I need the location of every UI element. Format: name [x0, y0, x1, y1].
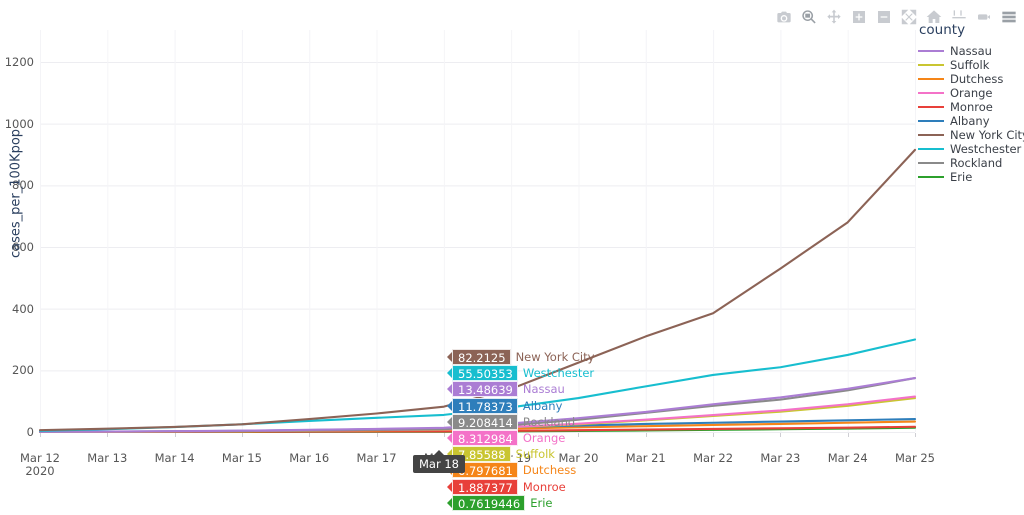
hover-tooltip-series-name: Albany — [518, 398, 563, 414]
x-axis-tick-mark — [444, 433, 445, 437]
hover-tooltip: 7.85588Suffolk — [452, 446, 555, 462]
legend-swatch-icon — [918, 106, 944, 108]
hover-tooltip-series-name: New York City — [511, 349, 595, 365]
legend-item-label: Albany — [950, 114, 990, 128]
legend-title: county — [918, 22, 1024, 38]
x-axis-tick-label: Mar 22 — [693, 452, 733, 465]
hover-tooltip-series-name: Dutchess — [518, 462, 576, 478]
x-axis-tick-label: Mar 15 — [222, 452, 262, 465]
hover-tooltip-series-name: Monroe — [518, 479, 566, 495]
hover-tooltip-arrow-icon — [447, 498, 452, 508]
hover-tooltip-arrow-icon — [447, 368, 452, 378]
hover-tooltip-series-name: Suffolk — [511, 446, 555, 462]
legend-item-monroe[interactable]: Monroe — [918, 100, 1024, 114]
legend-swatch-icon — [918, 120, 944, 122]
hover-tooltip-series-name: Orange — [518, 430, 566, 446]
x-axis-tick-mark — [713, 433, 714, 437]
y-axis-tick-label: 0 — [0, 425, 34, 439]
x-axis-tick-label: Mar 13 — [87, 452, 127, 465]
x-axis-tick-mark — [377, 433, 378, 437]
hover-tooltip-arrow-icon — [447, 433, 452, 443]
x-axis-tick-label: Mar 21 — [626, 452, 666, 465]
plot-area[interactable]: 020040060080010001200 Mar 12 2020Mar 13M… — [0, 0, 1024, 515]
hover-tooltip-series-name: Rockland — [518, 414, 575, 430]
x-axis-tick-mark — [646, 433, 647, 437]
x-axis-tick-label: Mar 12 2020 — [20, 452, 60, 478]
hover-tooltip-arrow-icon — [447, 482, 452, 492]
x-axis-tick-mark — [578, 433, 579, 437]
hover-tooltip-arrow-icon — [447, 401, 452, 411]
legend-swatch-icon — [918, 92, 944, 94]
x-axis-tick-mark — [780, 433, 781, 437]
legend-item-orange[interactable]: Orange — [918, 86, 1024, 100]
hover-tooltip-arrow-icon — [447, 352, 452, 362]
legend-item-label: Suffolk — [950, 58, 989, 72]
legend-item-label: Dutchess — [950, 72, 1003, 86]
legend-swatch-icon — [918, 148, 944, 150]
legend-item-albany[interactable]: Albany — [918, 114, 1024, 128]
hover-tooltip: 6.797681Dutchess — [452, 462, 576, 478]
hover-tooltip-arrow-icon — [447, 384, 452, 394]
hover-tooltip: 8.312984Orange — [452, 430, 565, 446]
hover-tooltip-value: 0.7619446 — [452, 495, 525, 511]
x-axis-tick-label: Mar 25 — [895, 452, 935, 465]
legend-item-label: Orange — [950, 86, 993, 100]
legend-item-label: Nassau — [950, 44, 992, 58]
legend-item-suffolk[interactable]: Suffolk — [918, 58, 1024, 72]
x-axis-tick-mark — [40, 433, 41, 437]
hover-tooltip: 55.50353Westchester — [452, 365, 594, 381]
legend-item-label: Westchester — [950, 142, 1021, 156]
hover-tooltip-series-name: Nassau — [518, 381, 565, 397]
x-axis-tick-mark — [175, 433, 176, 437]
legend-swatch-icon — [918, 176, 944, 178]
x-axis-tick-mark — [309, 433, 310, 437]
hover-tooltip-arrow-icon — [447, 417, 452, 427]
hover-tooltip-value: 1.887377 — [452, 479, 518, 495]
x-axis-tick-label: Mar 17 — [357, 452, 397, 465]
legend-item-erie[interactable]: Erie — [918, 170, 1024, 184]
x-axis-tick-label: Mar 16 — [289, 452, 329, 465]
legend-item-label: Erie — [950, 170, 972, 184]
x-axis-tick-mark — [915, 433, 916, 437]
x-axis-tick-label: Mar 24 — [828, 452, 868, 465]
legend-swatch-icon — [918, 134, 944, 136]
hover-tooltip: 9.208414Rockland — [452, 414, 575, 430]
hover-tooltip: 11.78373Albany — [452, 398, 562, 414]
y-axis-tick-label: 400 — [0, 302, 34, 316]
y-axis-tick-label: 1200 — [0, 55, 34, 69]
hover-tooltip: 82.2125New York City — [452, 349, 594, 365]
y-axis-tick-label: 200 — [0, 363, 34, 377]
x-axis-tick-mark — [107, 433, 108, 437]
legend[interactable]: county NassauSuffolkDutchessOrangeMonroe… — [918, 22, 1024, 184]
hover-tooltip: 13.48639Nassau — [452, 381, 565, 397]
legend-item-westchester[interactable]: Westchester — [918, 142, 1024, 156]
legend-swatch-icon — [918, 162, 944, 164]
hover-tooltip-value: 82.2125 — [452, 349, 511, 365]
legend-item-label: Rockland — [950, 156, 1002, 170]
x-axis-tick-mark — [848, 433, 849, 437]
hover-tooltip-series-name: Erie — [525, 495, 552, 511]
hover-tooltip-value: 55.50353 — [452, 365, 518, 381]
x-axis-tick-label: Mar 14 — [155, 452, 195, 465]
legend-item-rockland[interactable]: Rockland — [918, 156, 1024, 170]
legend-swatch-icon — [918, 50, 944, 52]
legend-item-nassau[interactable]: Nassau — [918, 44, 1024, 58]
legend-item-dutchess[interactable]: Dutchess — [918, 72, 1024, 86]
hover-x-axis-label: Mar 18 — [413, 455, 465, 473]
legend-item-label: Monroe — [950, 100, 993, 114]
hover-tooltip-value: 9.208414 — [452, 414, 518, 430]
x-axis-tick-mark — [242, 433, 243, 437]
hover-tooltip-value: 13.48639 — [452, 381, 518, 397]
legend-swatch-icon — [918, 64, 944, 66]
legend-item-new-york-city[interactable]: New York City — [918, 128, 1024, 142]
x-axis-tick-label: Mar 23 — [760, 452, 800, 465]
hover-tooltip-value: 11.78373 — [452, 398, 518, 414]
legend-item-label: New York City — [950, 128, 1024, 142]
hover-tooltip: 1.887377Monroe — [452, 479, 566, 495]
hover-tooltip: 0.7619446Erie — [452, 495, 552, 511]
legend-swatch-icon — [918, 78, 944, 80]
hover-tooltip-series-name: Westchester — [518, 365, 594, 381]
hover-tooltip-value: 8.312984 — [452, 430, 518, 446]
